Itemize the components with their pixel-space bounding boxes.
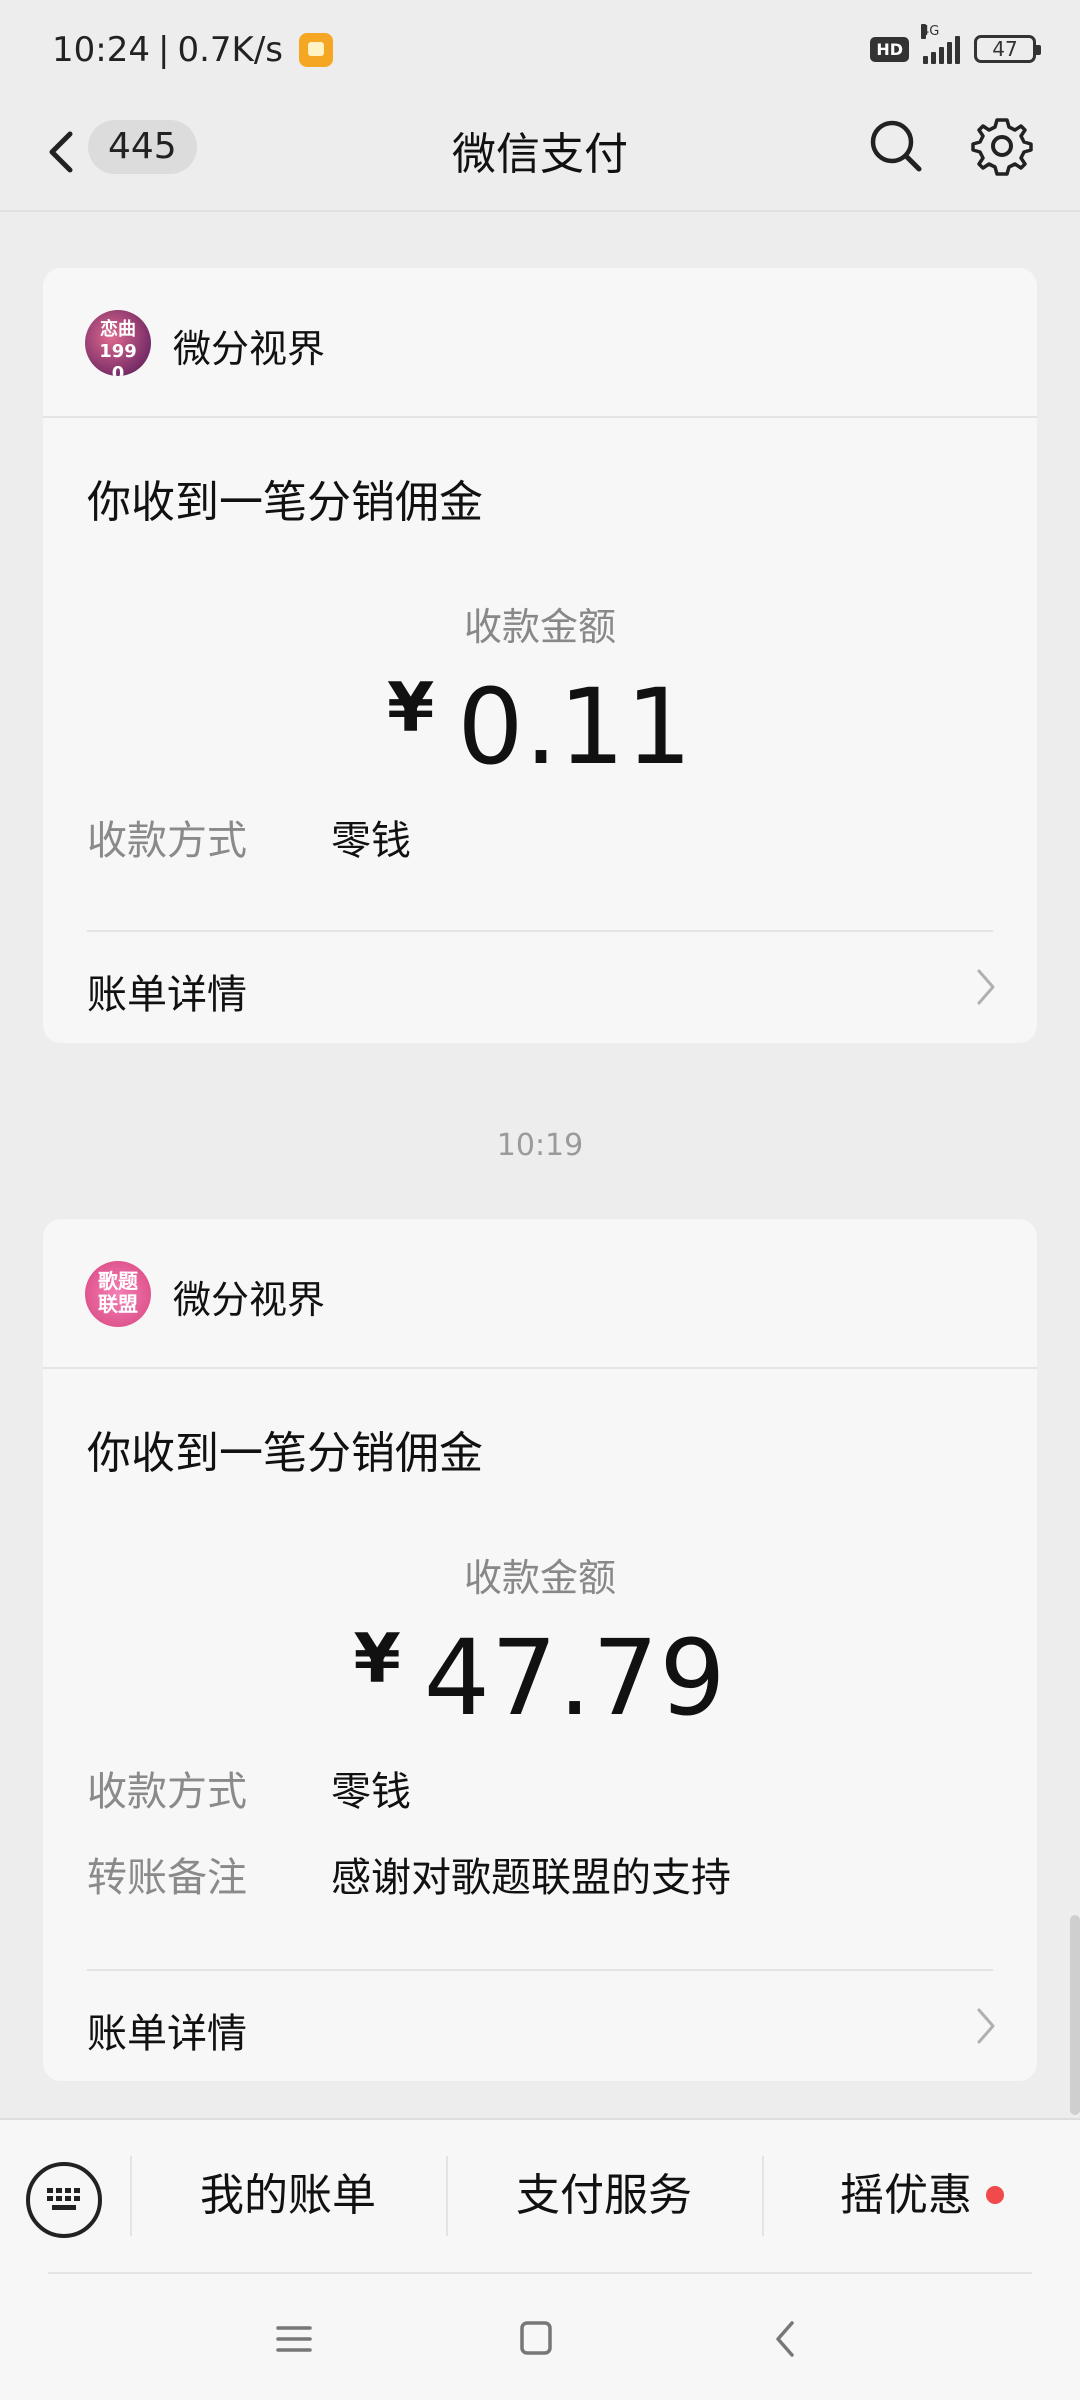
menu-my-bills[interactable]: 我的账单 bbox=[132, 2154, 444, 2238]
nav-bar: 445 微信支付 bbox=[0, 100, 1080, 210]
amount-label: 收款金额 bbox=[463, 605, 616, 649]
notification-dot bbox=[986, 2186, 1004, 2204]
method-value: 零钱 bbox=[331, 1769, 411, 1815]
unread-count-badge[interactable]: 445 bbox=[88, 120, 197, 174]
signal-icon: 4G bbox=[921, 24, 960, 64]
chevron-right-icon bbox=[977, 2008, 995, 2044]
sender-avatar: 歌题联盟 bbox=[85, 1261, 151, 1327]
scrollbar[interactable] bbox=[1070, 1915, 1080, 2115]
system-nav-divider bbox=[48, 2272, 1032, 2274]
currency-symbol: ¥ bbox=[353, 1620, 402, 1699]
network-type: 4G bbox=[921, 24, 940, 39]
status-separator: | bbox=[157, 30, 170, 70]
nav-divider bbox=[0, 210, 1080, 212]
network-speed: 0.7K/s bbox=[177, 30, 283, 70]
sender-name: 微分视界 bbox=[173, 1278, 326, 1322]
avatar-text: 歌题联盟 bbox=[98, 1269, 138, 1316]
sender-name: 微分视界 bbox=[173, 327, 326, 371]
amount: ¥0.11 bbox=[43, 666, 1037, 788]
card-header: 歌题联盟 微分视界 bbox=[43, 1219, 1037, 1369]
payment-message-card[interactable]: 歌题联盟 微分视界 你收到一笔分销佣金 收款金额 ¥47.79 收款方式 零钱 … bbox=[43, 1219, 1037, 2081]
payment-message-card[interactable]: 恋曲1990 微分视界 你收到一笔分销佣金 收款金额 ¥0.11 收款方式 零钱… bbox=[43, 268, 1037, 1043]
chevron-right-icon bbox=[977, 969, 995, 1005]
notification-app-icon bbox=[299, 33, 333, 67]
hd-badge: HD bbox=[870, 36, 909, 62]
avatar-text: 恋曲1990 bbox=[99, 319, 137, 376]
method-value: 零钱 bbox=[331, 818, 411, 864]
remark-label: 转账备注 bbox=[87, 1855, 247, 1901]
amount: ¥47.79 bbox=[43, 1617, 1037, 1739]
amount-value: 47.79 bbox=[423, 1617, 727, 1739]
menu-payment-services[interactable]: 支付服务 bbox=[448, 2154, 760, 2238]
sender-avatar: 恋曲1990 bbox=[85, 310, 151, 376]
search-icon[interactable] bbox=[866, 116, 926, 176]
card-header: 恋曲1990 微分视界 bbox=[43, 268, 1037, 418]
system-nav-bar bbox=[0, 2272, 1080, 2400]
status-time: 10:24 bbox=[52, 30, 150, 70]
amount-value: 0.11 bbox=[457, 666, 693, 788]
back-icon[interactable] bbox=[42, 122, 82, 182]
gear-icon[interactable] bbox=[970, 114, 1034, 178]
menu-shake-deals[interactable]: 摇优惠 bbox=[764, 2154, 1080, 2238]
menu-icon[interactable] bbox=[264, 2314, 324, 2364]
bill-details-link[interactable]: 账单详情 bbox=[43, 1971, 1037, 2081]
back-nav-icon[interactable] bbox=[756, 2314, 816, 2364]
status-right: HD 4G 47 bbox=[870, 24, 1041, 64]
menu-shake-deals-label: 摇优惠 bbox=[840, 2170, 972, 2221]
home-icon[interactable] bbox=[506, 2314, 566, 2364]
time-separator: 10:19 bbox=[496, 1128, 584, 1163]
amount-label: 收款金额 bbox=[463, 1556, 616, 1600]
status-bar: 10:24 | 0.7K/s HD 4G 47 bbox=[0, 0, 1080, 100]
status-left: 10:24 | 0.7K/s bbox=[52, 30, 333, 70]
battery-level: 47 bbox=[992, 37, 1018, 61]
battery-icon: 47 bbox=[974, 35, 1041, 63]
bill-details-label: 账单详情 bbox=[87, 2011, 247, 2057]
bill-details-link[interactable]: 账单详情 bbox=[43, 932, 1037, 1042]
remark-value: 感谢对歌题联盟的支持 bbox=[331, 1855, 731, 1901]
method-label: 收款方式 bbox=[87, 1769, 247, 1815]
keyboard-icon[interactable] bbox=[26, 2162, 102, 2238]
message-title: 你收到一笔分销佣金 bbox=[87, 477, 483, 528]
bill-details-label: 账单详情 bbox=[87, 972, 247, 1018]
bottom-menu: 我的账单 支付服务 摇优惠 bbox=[0, 2118, 1080, 2274]
currency-symbol: ¥ bbox=[387, 669, 436, 748]
message-title: 你收到一笔分销佣金 bbox=[87, 1428, 483, 1479]
method-label: 收款方式 bbox=[87, 818, 247, 864]
